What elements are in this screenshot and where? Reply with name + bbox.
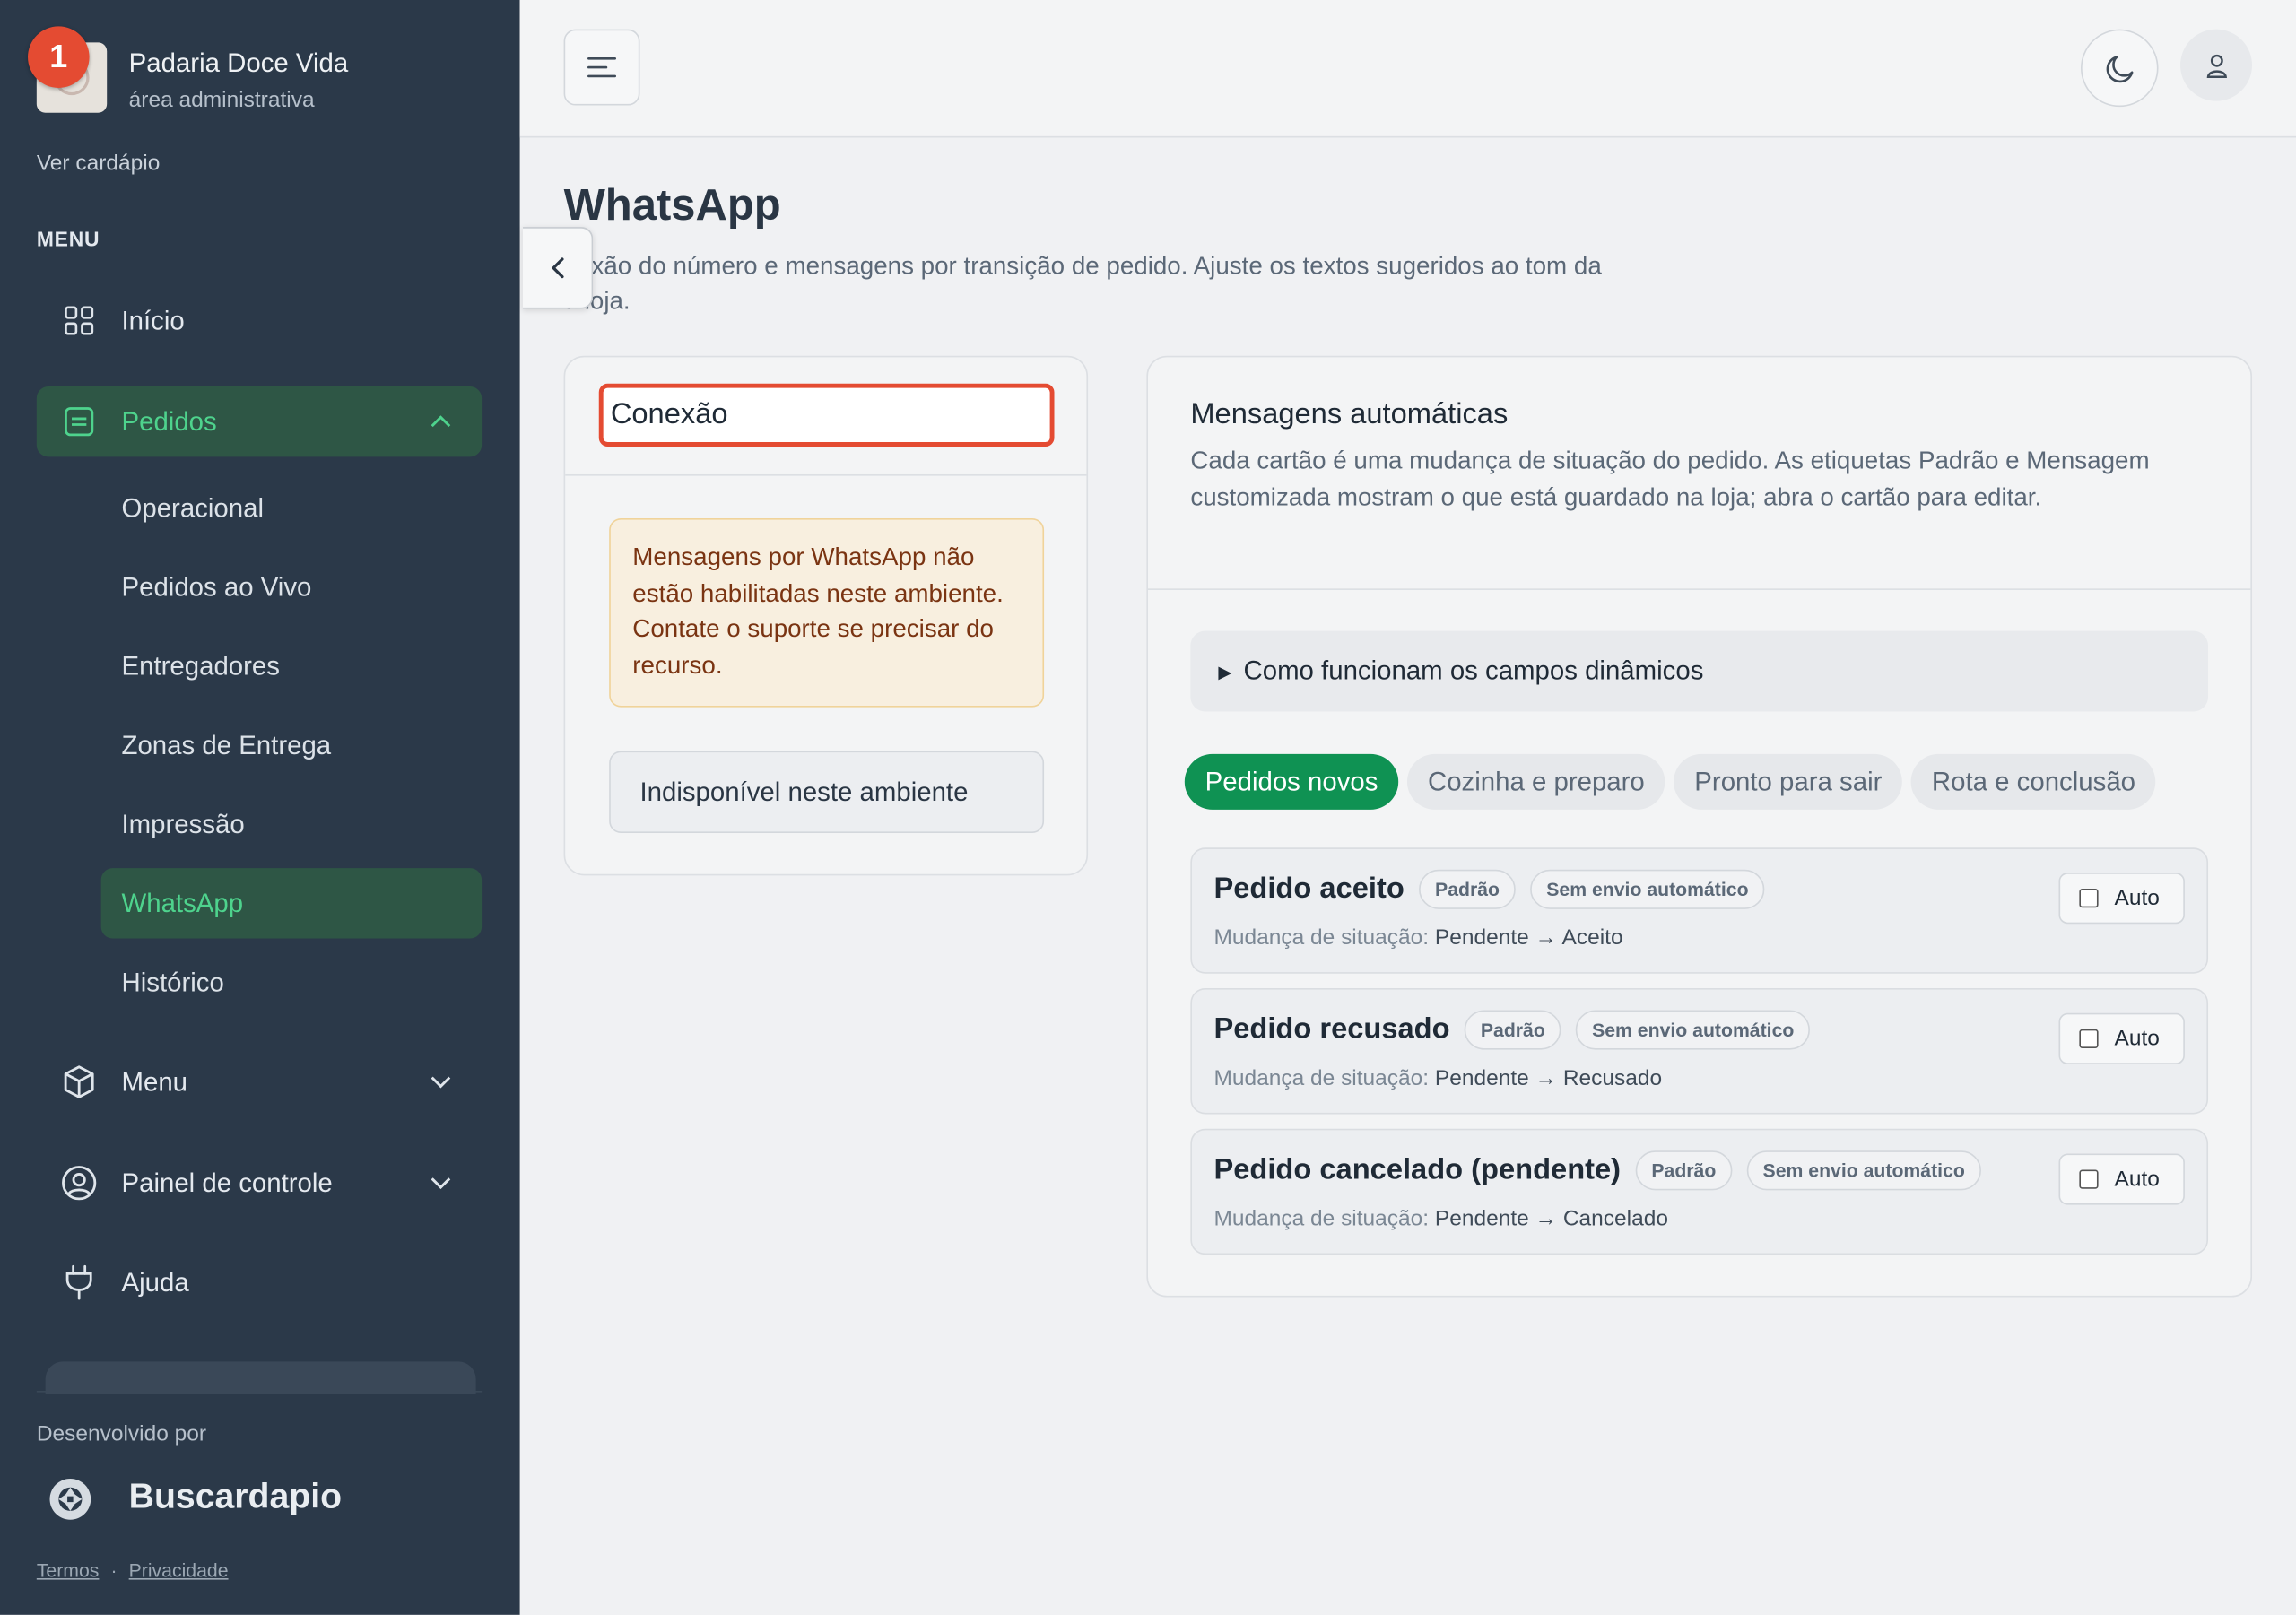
menu-heading: MENU [36, 227, 100, 251]
no-auto-send-tag: Sem envio automático [1530, 869, 1765, 909]
transition-value: Pendente → Cancelado [1434, 1206, 1668, 1232]
auto-toggle[interactable]: Auto [2058, 873, 2185, 925]
dynamic-fields-disclosure[interactable]: ▶ Como funcionam os campos dinâmicos [1190, 630, 2209, 712]
sidebar-item-label: Menu [121, 1066, 188, 1097]
auto-label: Auto [2114, 885, 2160, 911]
message-card-transition: Mudança de situação: Pendente → Cancelad… [1213, 1206, 1667, 1231]
sidebar-subitem-impressao[interactable]: Impressão [101, 789, 482, 859]
connection-card-header: Conexão [565, 357, 1087, 476]
toggle-sidebar-button[interactable] [563, 29, 640, 106]
sidebar-item-inicio[interactable]: Início [37, 285, 482, 355]
moon-icon [2105, 55, 2133, 82]
user-circle-icon [60, 1164, 98, 1202]
developer-name: Buscardapio [128, 1477, 343, 1517]
sidebar-subitem-operacional[interactable]: Operacional [101, 473, 482, 543]
chevron-down-icon [430, 1076, 451, 1089]
sidebar-item-ajuda[interactable]: Ajuda [37, 1247, 482, 1317]
auto-checkbox[interactable] [2079, 1169, 2099, 1189]
auto-checkbox[interactable] [2079, 889, 2099, 908]
sidebar-item-label: Pedidos [121, 406, 217, 436]
page-title: WhatsApp [563, 181, 781, 230]
transition-label: Mudança de situação: [1213, 925, 1430, 951]
user-icon [2205, 53, 2227, 78]
auto-label: Auto [2114, 1167, 2160, 1192]
user-menu-button[interactable] [2180, 29, 2253, 101]
sidebar-subitem-whatsapp[interactable]: WhatsApp [100, 868, 483, 939]
sidebar: 1 Padaria Doce Vida área administrativa … [0, 0, 520, 1615]
sidebar-item-painel-de-controle[interactable]: Painel de controle [37, 1148, 482, 1218]
store-subtitle: área administrativa [128, 87, 315, 113]
grid-icon [60, 301, 98, 339]
page-description-line: nexão do número e mensagens por transiçã… [563, 251, 1602, 280]
default-tag: Padrão [1635, 1150, 1733, 1191]
footer-links: Termos · Privacidade [37, 1559, 229, 1581]
developed-by-label: Desenvolvido por [36, 1421, 207, 1447]
link-separator: · [110, 1559, 117, 1582]
auto-toggle[interactable]: Auto [2058, 1012, 2185, 1064]
sidebar-scroll-indicator[interactable] [45, 1361, 476, 1394]
view-menu-link[interactable]: Ver cardápio [37, 151, 161, 176]
message-card-pedido-recusado[interactable]: Pedido recusado Padrão Sem envio automát… [1190, 988, 2209, 1115]
whatsapp-disabled-warning: Mensagens por WhatsApp não estão habilit… [609, 517, 1045, 708]
sidebar-item-menu[interactable]: Menu [37, 1046, 482, 1116]
transition-label: Mudança de situação: [1213, 1065, 1430, 1091]
notification-badge[interactable]: 1 [28, 26, 90, 88]
chevron-left-icon [551, 257, 563, 279]
transition-value: Pendente → Aceito [1434, 925, 1623, 951]
sidebar-item-label: Painel de controle [121, 1168, 333, 1197]
theme-toggle-button[interactable] [2081, 29, 2159, 108]
privacy-link[interactable]: Privacidade [129, 1559, 229, 1581]
no-auto-send-tag: Sem envio automático [1746, 1150, 1981, 1191]
box-icon [60, 1063, 98, 1100]
sidebar-subitem-historico[interactable]: Histórico [101, 947, 482, 1017]
message-card-transition: Mudança de situação: Pendente → Aceito [1213, 925, 1622, 951]
auto-messages-header: Mensagens automáticas Cada cartão é uma … [1148, 357, 2251, 590]
default-tag: Padrão [1464, 1010, 1561, 1050]
sidebar-subitem-zonas-de-entrega[interactable]: Zonas de Entrega [101, 710, 482, 780]
sidebar-subitem-entregadores[interactable]: Entregadores [101, 631, 482, 701]
message-card-title: Pedido aceito [1213, 873, 1405, 905]
message-card-pedido-aceito[interactable]: Pedido aceito Padrão Sem envio automátic… [1190, 847, 2209, 974]
connection-title: Conexão [598, 383, 1055, 447]
message-card-title: Pedido cancelado (pendente) [1213, 1153, 1622, 1186]
auto-messages-description: Cada cartão é uma mudança de situação do… [1190, 446, 2150, 510]
message-card-pedido-cancelado[interactable]: Pedido cancelado (pendente) Padrão Sem e… [1190, 1128, 2209, 1255]
status-tabs: Pedidos novos Cozinha e preparo Pronto p… [1184, 753, 2156, 810]
connection-card: Conexão Mensagens por WhatsApp não estão… [563, 355, 1089, 876]
message-card-title: Pedido recusado [1213, 1012, 1450, 1046]
auto-messages-card: Mensagens automáticas Cada cartão é uma … [1146, 355, 2253, 1298]
top-bar [519, 0, 2296, 138]
tab-rota-e-conclusao[interactable]: Rota e conclusão [1911, 753, 2156, 810]
sidebar-subitem-pedidos-ao-vivo[interactable]: Pedidos ao Vivo [101, 552, 482, 622]
tab-pedidos-novos[interactable]: Pedidos novos [1184, 753, 1399, 810]
sidebar-item-label: Início [121, 305, 185, 335]
auto-label: Auto [2114, 1026, 2160, 1052]
dynamic-fields-label: Como funcionam os campos dinâmicos [1243, 656, 1704, 686]
buscardapio-logo-icon [49, 1478, 91, 1520]
clipboard-icon [60, 403, 98, 440]
store-name: Padaria Doce Vida [128, 48, 349, 78]
sidebar-item-pedidos[interactable]: Pedidos [36, 386, 483, 457]
disclosure-triangle-icon: ▶ [1218, 661, 1232, 682]
unavailable-button[interactable]: Indisponível neste ambiente [609, 751, 1045, 833]
sidebar-item-label: Ajuda [121, 1267, 189, 1297]
tab-cozinha-e-preparo[interactable]: Cozinha e preparo [1407, 753, 1665, 810]
terms-link[interactable]: Termos [37, 1559, 100, 1581]
collapse-sidebar-button[interactable] [522, 227, 594, 309]
default-tag: Padrão [1419, 869, 1516, 909]
tab-pronto-para-sair[interactable]: Pronto para sair [1674, 753, 1903, 810]
plug-icon [60, 1263, 98, 1301]
message-card-transition: Mudança de situação: Pendente → Recusado [1213, 1066, 1662, 1091]
menu-icon [587, 56, 617, 78]
no-auto-send-tag: Sem envio automático [1576, 1010, 1811, 1050]
transition-value: Pendente → Recusado [1434, 1065, 1663, 1091]
auto-checkbox[interactable] [2079, 1029, 2099, 1048]
sidebar-divider [36, 1391, 483, 1393]
transition-label: Mudança de situação: [1213, 1206, 1430, 1232]
auto-messages-title: Mensagens automáticas [1190, 398, 1509, 430]
auto-toggle[interactable]: Auto [2058, 1153, 2185, 1205]
chevron-down-icon [430, 1177, 451, 1190]
chevron-up-icon [430, 415, 451, 428]
page-description: nexão do número e mensagens por transiçã… [564, 249, 1750, 319]
